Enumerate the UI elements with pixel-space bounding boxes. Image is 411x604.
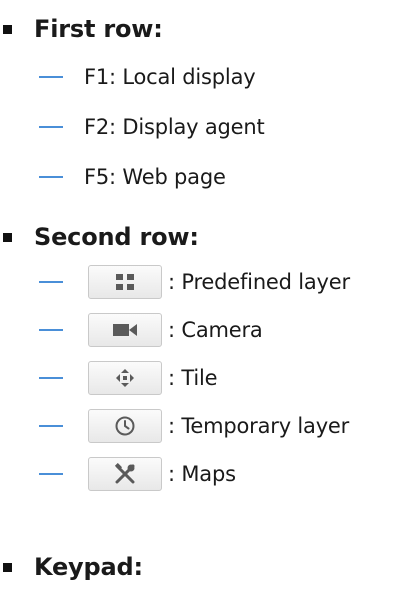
square-bullet-icon [3, 232, 12, 242]
item-label: : Predefined layer [168, 270, 350, 294]
predefined-layer-icon [116, 274, 134, 290]
tile-icon [116, 369, 134, 387]
dash-bullet-icon [39, 281, 63, 283]
temporary-layer-button[interactable] [88, 409, 162, 443]
item-label: F1: Local display [84, 65, 256, 89]
tools-icon [114, 463, 135, 484]
item-label: F5: Web page [84, 165, 226, 189]
camera-button[interactable] [88, 313, 162, 347]
item-label: : Camera [168, 318, 263, 342]
camera-icon [113, 324, 137, 336]
list-item: : Maps [0, 457, 236, 491]
tile-button[interactable] [88, 361, 162, 395]
list-item: : Tile [0, 361, 218, 395]
clock-icon [115, 416, 135, 436]
dash-bullet-icon [39, 473, 63, 475]
section-title: First row: [34, 15, 163, 43]
dash-bullet-icon [39, 425, 63, 427]
square-bullet-icon [3, 562, 12, 572]
section-first-row: First row: [0, 15, 163, 43]
list-item: F1: Local display [0, 65, 256, 89]
section-keypad: Keypad: [0, 553, 143, 581]
item-label: F2: Display agent [84, 115, 265, 139]
dash-bullet-icon [39, 76, 63, 78]
section-title: Keypad: [34, 553, 143, 581]
list-item: F2: Display agent [0, 115, 265, 139]
list-item: F5: Web page [0, 165, 226, 189]
list-item: : Temporary layer [0, 409, 349, 443]
dash-bullet-icon [39, 176, 63, 178]
section-title: Second row: [34, 223, 199, 251]
item-label: : Temporary layer [168, 414, 350, 438]
dash-bullet-icon [39, 126, 63, 128]
dash-bullet-icon [39, 329, 63, 331]
square-bullet-icon [3, 24, 12, 34]
predefined-layer-button[interactable] [88, 265, 162, 299]
dash-bullet-icon [39, 377, 63, 379]
item-label: : Tile [168, 366, 218, 390]
maps-button[interactable] [88, 457, 162, 491]
list-item: : Predefined layer [0, 265, 350, 299]
list-item: : Camera [0, 313, 263, 347]
section-second-row: Second row: [0, 223, 199, 251]
item-label: : Maps [168, 462, 236, 486]
